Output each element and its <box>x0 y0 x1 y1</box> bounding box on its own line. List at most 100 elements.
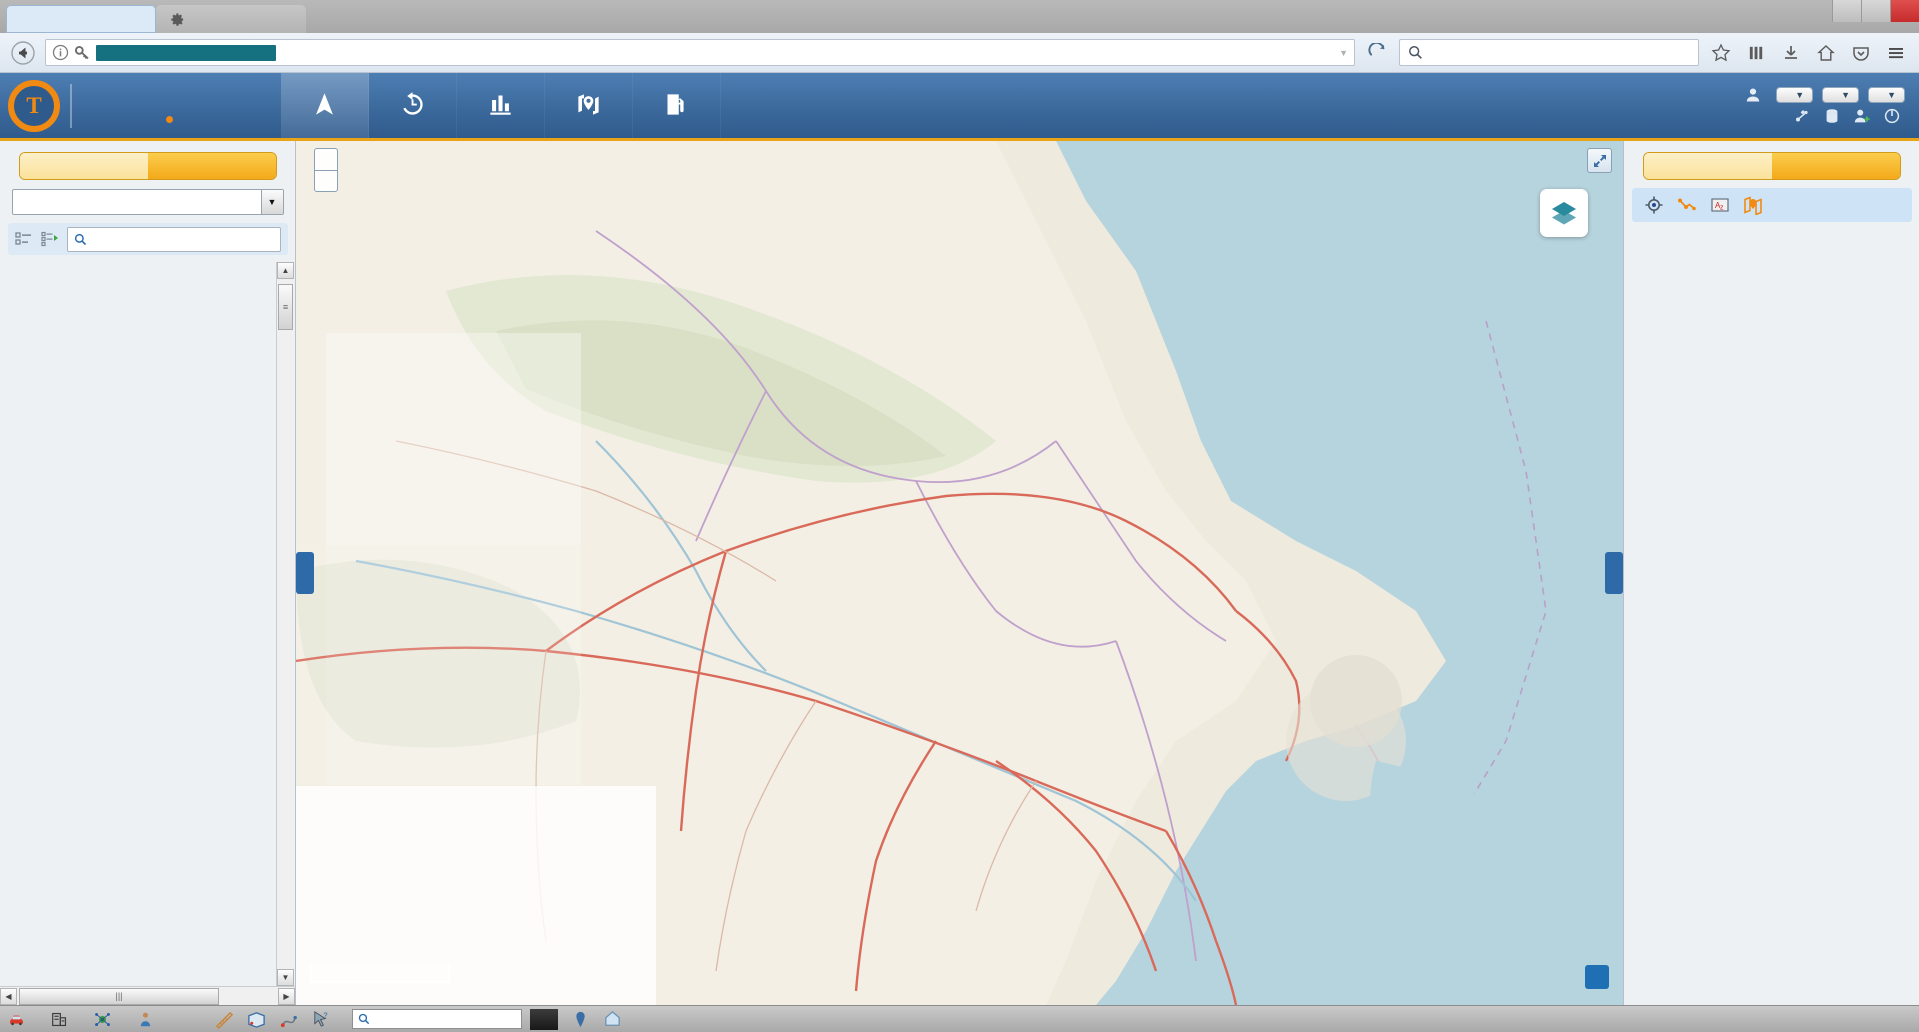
collapse-right-panel-button[interactable] <box>1605 552 1623 594</box>
bookmark-star-icon[interactable] <box>1708 40 1734 66</box>
tab-objects[interactable] <box>19 153 148 179</box>
select-cursor-icon[interactable]: ? <box>311 1010 330 1029</box>
home-icon[interactable] <box>1813 40 1839 66</box>
collapse-left-panel-button[interactable] <box>296 552 314 594</box>
new-tab-button[interactable] <box>306 5 340 33</box>
header-links-row <box>1794 108 1905 124</box>
chevron-down-icon[interactable]: ▼ <box>1339 48 1348 58</box>
route-icon[interactable] <box>279 1010 298 1029</box>
nav-tab-geozones[interactable] <box>545 73 633 138</box>
link-users[interactable] <box>1854 108 1875 124</box>
search-icon <box>358 1013 370 1025</box>
person-icon <box>140 1012 151 1026</box>
tab-info[interactable] <box>1643 153 1772 179</box>
tab-strip <box>0 0 340 33</box>
geozone-node-icon <box>95 1012 110 1026</box>
header-right: ▼ ▼ ▼ <box>1745 73 1919 138</box>
scroll-right-button[interactable]: ▶ <box>278 987 295 1005</box>
nav-tab-tracking[interactable] <box>281 73 369 138</box>
avatar <box>1747 88 1760 102</box>
object-list-hscrollbar[interactable]: ◀ ||| ▶ <box>0 986 295 1005</box>
language-dropdown[interactable]: ▼ <box>1868 87 1905 103</box>
link-data[interactable] <box>1824 108 1845 124</box>
object-list[interactable]: ▲ ≡ ▼ <box>0 262 295 986</box>
map-canvas[interactable] <box>296 141 1623 1005</box>
status-counter-geozones <box>94 1011 116 1028</box>
url-bar[interactable]: ▼ <box>45 39 1355 66</box>
zoom-out-button[interactable] <box>314 170 338 192</box>
redacted-url <box>96 44 276 61</box>
key-icon[interactable] <box>74 44 91 61</box>
track-line-icon[interactable] <box>1677 195 1697 215</box>
account-dropdown[interactable]: ▼ <box>1776 87 1814 103</box>
navigation-arrow-icon <box>316 92 333 115</box>
gear-icon <box>171 12 184 26</box>
fuel-pump-icon <box>667 93 684 115</box>
az-label-icon[interactable]: A z <box>1710 195 1730 215</box>
browser-search-input[interactable] <box>1399 39 1699 66</box>
page-info-icon[interactable] <box>52 44 69 61</box>
bar-chart-icon <box>490 95 511 115</box>
map-scale-bar <box>310 963 450 983</box>
chevron-down-icon: ▼ <box>1795 90 1805 100</box>
details-toolbar: A z <box>1631 188 1912 222</box>
scroll-thumb[interactable]: ≡ <box>278 284 293 330</box>
map-search-go-button[interactable] <box>530 1008 558 1030</box>
hscroll-thumb[interactable]: ||| <box>19 987 219 1005</box>
tree-view-icon[interactable] <box>40 230 59 248</box>
map-info-button[interactable] <box>1585 965 1609 989</box>
chevron-down-icon: ▼ <box>1841 90 1851 100</box>
tab-events[interactable] <box>1771 153 1900 179</box>
map-layers-button[interactable] <box>1540 189 1588 237</box>
browser-navbar: ▼ <box>0 33 1919 73</box>
scroll-left-button[interactable]: ◀ <box>0 987 17 1005</box>
group-filter-select[interactable]: ▼ <box>11 189 284 215</box>
link-devices[interactable] <box>1794 108 1815 124</box>
map-search-input[interactable] <box>352 1009 522 1029</box>
polygon-icon[interactable] <box>603 1010 622 1029</box>
maximize-button[interactable] <box>1861 0 1890 22</box>
geozone-icon[interactable] <box>1743 195 1763 215</box>
details-panel: A z <box>1623 141 1919 1005</box>
fullscreen-button[interactable] <box>1587 148 1612 173</box>
link-logout[interactable] <box>1884 108 1905 124</box>
ruler-icon[interactable] <box>215 1010 234 1029</box>
window-controls <box>1832 0 1919 22</box>
scroll-down-button[interactable]: ▼ <box>277 969 294 986</box>
center-target-icon[interactable] <box>1644 195 1664 215</box>
list-view-icon[interactable] <box>14 230 33 248</box>
back-arrow-icon[interactable] <box>10 40 36 66</box>
nav-tab-fuel[interactable] <box>633 73 721 138</box>
status-counter-buildings <box>51 1011 73 1028</box>
reload-icon[interactable] <box>1364 40 1390 66</box>
zoom-in-button[interactable] <box>314 148 338 170</box>
nav-tab-reports[interactable] <box>457 73 545 138</box>
map-zoom-controls <box>314 148 338 192</box>
browser-tab-active[interactable] <box>6 5 156 33</box>
area-icon[interactable] <box>247 1010 266 1029</box>
marker-pin-icon[interactable] <box>571 1010 590 1029</box>
car-icon <box>10 1015 23 1025</box>
references-dropdown[interactable]: ▼ <box>1822 87 1860 103</box>
expand-icon <box>1593 154 1606 167</box>
close-window-button[interactable] <box>1890 0 1919 22</box>
browser-tab-options[interactable] <box>156 5 306 33</box>
chevron-down-icon: ▼ <box>1887 90 1896 100</box>
chevron-down-icon[interactable]: ▼ <box>260 190 283 214</box>
scroll-up-button[interactable]: ▲ <box>277 262 294 279</box>
app-body: ▼ ▲ ≡ ▼ ◀ ||| ▶ A z <box>0 141 1919 1005</box>
menu-icon[interactable] <box>1883 40 1909 66</box>
search-icon <box>1409 46 1422 59</box>
tab-geozones[interactable] <box>147 153 276 179</box>
device-icon <box>1796 110 1808 122</box>
minimize-button[interactable] <box>1832 0 1861 22</box>
object-search-input[interactable] <box>66 226 281 252</box>
map-container[interactable] <box>296 141 1623 1005</box>
nav-tab-history[interactable] <box>369 73 457 138</box>
downloads-icon[interactable] <box>1778 40 1804 66</box>
power-icon <box>1884 108 1900 124</box>
library-icon[interactable] <box>1743 40 1769 66</box>
object-list-scrollbar[interactable]: ▲ ≡ ▼ <box>276 262 294 986</box>
pocket-icon[interactable] <box>1848 40 1874 66</box>
app-logo[interactable]: T <box>0 73 281 138</box>
